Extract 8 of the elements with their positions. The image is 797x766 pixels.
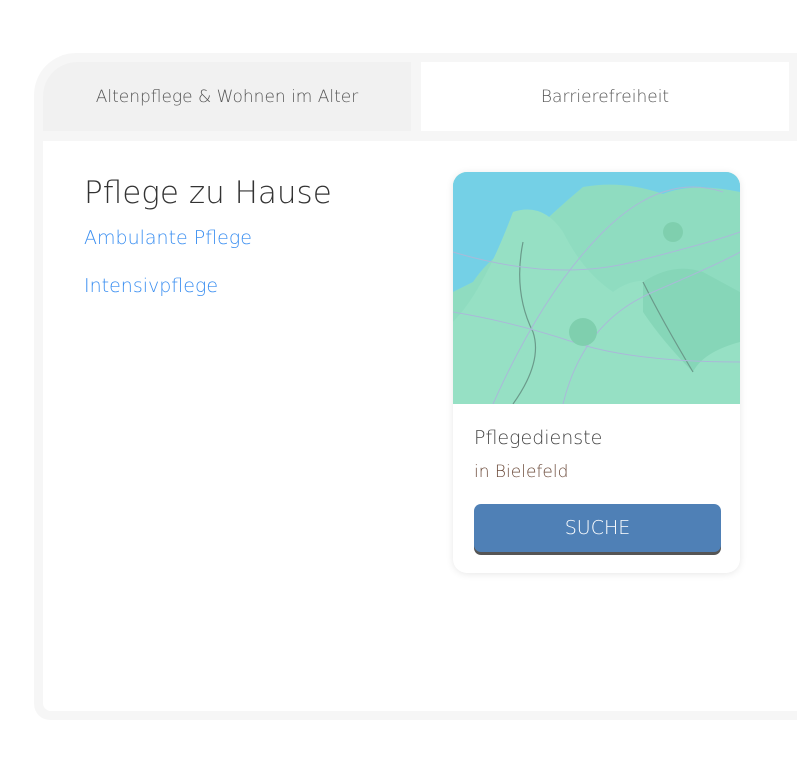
link[interactable]: Intensivpflege — [84, 274, 218, 298]
link[interactable]: Ambulante Pflege — [84, 226, 252, 250]
search-button[interactable]: SUCHE — [474, 504, 721, 552]
tab[interactable]: Barrierefreiheit — [421, 62, 789, 131]
section-title: Pflege zu Hause — [84, 174, 332, 213]
card-subtitle: in Bielefeld — [474, 461, 570, 483]
tab[interactable]: Altenpflege & Wohnen im Alter — [43, 62, 411, 131]
card-title: Pflegedienste — [474, 426, 604, 450]
